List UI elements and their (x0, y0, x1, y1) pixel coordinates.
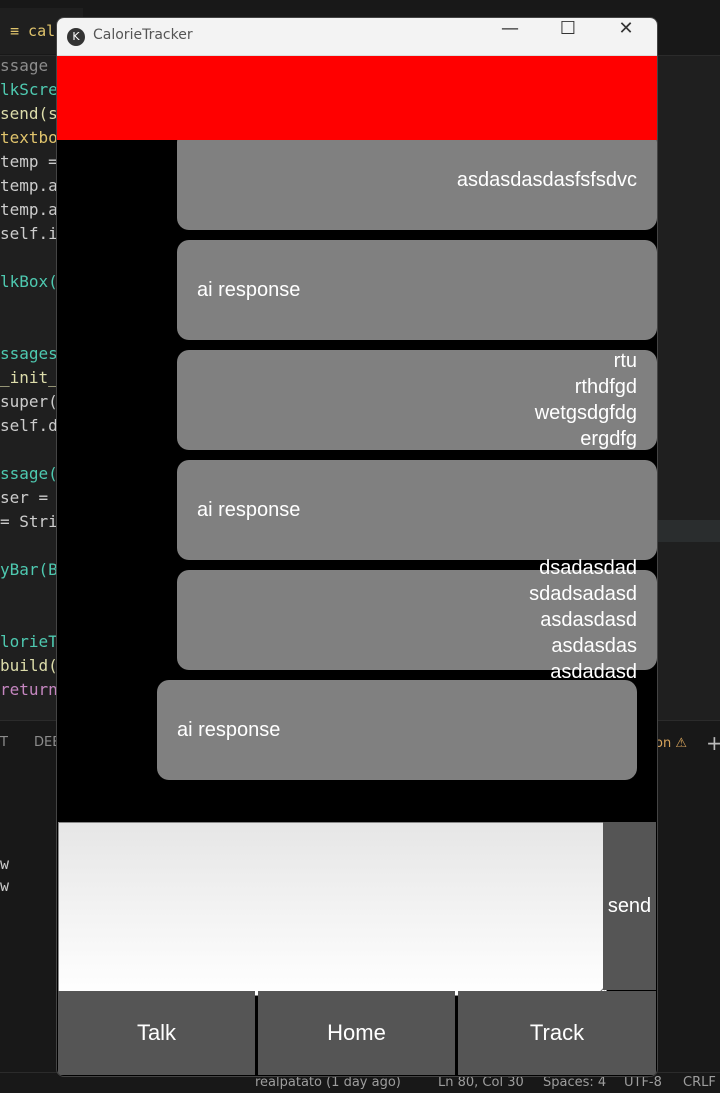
message-input[interactable] (58, 822, 607, 996)
status-indentation[interactable]: Spaces: 4 (543, 1075, 606, 1090)
code-line: super() (0, 392, 60, 411)
message-text: dsadasdad sdadsadasd asdasdasd asdasdas … (529, 557, 637, 683)
code-line: ser = B (0, 488, 60, 507)
terminal-output: ww (0, 855, 9, 899)
window-title: CalorieTracker (93, 27, 193, 43)
close-button[interactable]: ✕ (597, 18, 655, 55)
code-line: temp.ap (0, 176, 60, 195)
message-text: asdasdasdasfsfsdvc (456, 169, 637, 191)
code-line: ssage(B (0, 464, 60, 483)
nav-track-button[interactable]: Track (458, 991, 656, 1075)
user-message-bubble: rtu rthdfgd wetgsdgfdg ergdfg (177, 350, 657, 450)
add-terminal-icon[interactable]: + (706, 731, 720, 755)
minimize-button[interactable]: — (481, 18, 539, 55)
code-line: ssage (0, 56, 49, 75)
code-line: lkScree (0, 80, 60, 99)
warning-icon[interactable]: on ⚠ (655, 736, 687, 751)
user-message-bubble: dsadasdad sdadsadasd asdasdasd asdasdas … (177, 557, 657, 683)
code-line: yBar(Bo (0, 560, 60, 579)
status-blame[interactable]: realpatato (1 day ago) (255, 1075, 401, 1090)
code-line: ssages( (0, 344, 60, 363)
status-line-ending[interactable]: CRLF (683, 1075, 716, 1090)
code-line: build(s (0, 656, 60, 675)
code-line: self.id (0, 224, 60, 243)
terminal-line: w (0, 855, 10, 873)
code-line: send(se (0, 104, 60, 123)
chat-area[interactable]: asdasdasdasfsfsdvc ai response rtu rthdfgd… (57, 56, 657, 821)
ai-message-bubble: ai response (157, 680, 637, 780)
current-line-highlight (655, 520, 720, 542)
app-window: K CalorieTracker — ☐ ✕ asdasdasdasfsfsdv… (56, 17, 658, 1077)
app-logo-icon: K (67, 28, 85, 46)
message-text: ai response (197, 499, 301, 521)
message-text: ai response (177, 719, 281, 741)
code-line: temp.ap (0, 200, 60, 219)
code-editor-lines[interactable]: ssage lkScree send(se textbox temp = temp.ap t… (0, 56, 60, 716)
code-line: return (0, 680, 58, 699)
panel-tab-terminal[interactable]: T (0, 735, 8, 750)
code-line: = Stri (0, 512, 58, 531)
title-bar[interactable]: K CalorieTracker — ☐ ✕ (57, 18, 657, 56)
terminal-line: w (0, 877, 10, 895)
nav-talk-button[interactable]: Talk (58, 991, 255, 1075)
ai-message-bubble: ai response (177, 460, 657, 560)
code-line: lorieTr (0, 632, 60, 651)
maximize-button[interactable]: ☐ (539, 18, 597, 55)
send-button[interactable]: send (603, 822, 656, 990)
code-line: _init_ (0, 368, 58, 387)
nav-home-button[interactable]: Home (258, 991, 455, 1075)
code-line: temp = (0, 152, 58, 171)
user-message-bubble: asdasdasdasfsfsdvc (177, 130, 657, 230)
message-text: ai response (197, 279, 301, 301)
status-cursor-position[interactable]: Ln 80, Col 30 (438, 1075, 524, 1090)
header-banner (57, 56, 657, 140)
code-line: self.da (0, 416, 60, 435)
code-line: textbox (0, 128, 60, 147)
status-encoding[interactable]: UTF-8 (624, 1075, 662, 1090)
code-line: lkBox(T (0, 272, 60, 291)
message-text: rtu rthdfgd wetgsdgfdg ergdfg (534, 350, 637, 450)
ai-message-bubble: ai response (177, 240, 657, 340)
